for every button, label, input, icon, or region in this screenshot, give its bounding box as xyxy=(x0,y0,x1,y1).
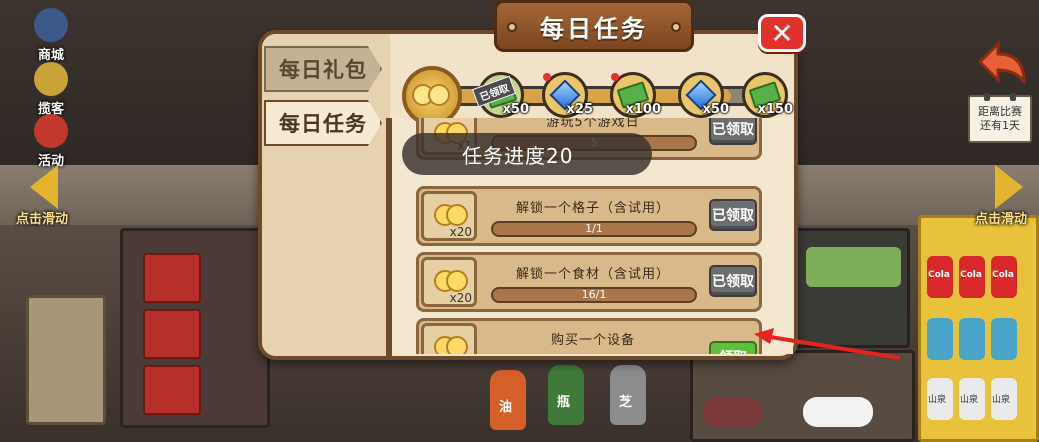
claimed-button[interactable]: 已领取 xyxy=(709,265,757,297)
water-label: 山泉 xyxy=(960,395,979,405)
claimed-button[interactable]: 已领取 xyxy=(709,199,757,231)
drinks-fridge[interactable]: Cola Cola Cola 山泉 山泉 山泉 xyxy=(918,215,1039,442)
task-title: 购买一个设备 xyxy=(550,333,635,348)
eggs xyxy=(803,397,873,427)
claimed-button[interactable]: 已领取 xyxy=(709,118,757,145)
task-row: 购买一个设备 领取 xyxy=(416,318,762,354)
modal-title-plaque: 每日任务 xyxy=(494,0,694,52)
notification-dot xyxy=(611,73,619,81)
tab-daily-gift[interactable]: 每日礼包 xyxy=(264,46,382,92)
task-title: 解锁一个食材（含试用） xyxy=(515,267,670,282)
events-button[interactable]: 活动 xyxy=(16,114,86,169)
task-title: 游玩5个游戏日 xyxy=(546,118,640,130)
drink-can xyxy=(991,318,1017,360)
tutorial-pointer-arrow-icon xyxy=(754,328,901,360)
task-row: x20 解锁一个格子（含试用） 1/1 已领取 xyxy=(416,186,762,246)
water-label: 山泉 xyxy=(928,395,947,405)
shop-button[interactable]: 商城 xyxy=(16,8,86,63)
task-progress-bar: 16/1 xyxy=(491,287,697,303)
coin-icon xyxy=(446,204,468,226)
coin-icon xyxy=(446,336,468,354)
water-bottle: 山泉 xyxy=(991,378,1017,420)
trash-bin[interactable] xyxy=(26,295,106,425)
coin-stack-icon xyxy=(402,66,462,126)
calendar-ring xyxy=(984,93,990,101)
reward-chest-2[interactable]: x25 xyxy=(542,72,593,118)
bottle-label: 瓶 xyxy=(557,395,571,410)
right-swipe-label: 点击滑动 xyxy=(975,212,1028,227)
countdown-line2: 还有1天 xyxy=(980,119,1020,132)
match-countdown-calendar: 距离比赛 还有1天 xyxy=(968,93,1032,143)
coin xyxy=(428,84,450,106)
reward-qty: x150 xyxy=(757,102,793,117)
customers-button[interactable]: 揽客 xyxy=(16,62,86,117)
meat-tray xyxy=(143,253,201,303)
meat-tray xyxy=(143,309,201,359)
bottle-label: 油 xyxy=(499,400,513,415)
reward-chest-5[interactable]: x150 xyxy=(742,72,793,118)
bottle-label: 芝 xyxy=(619,395,633,410)
can-label: Cola xyxy=(992,270,1014,280)
calendar-ring xyxy=(1010,93,1016,101)
task-reward-icon: x20 xyxy=(421,191,477,241)
oil-bottle[interactable]: 油 xyxy=(490,370,526,430)
reward-qty: x25 xyxy=(566,102,593,117)
mushrooms xyxy=(703,397,763,427)
reward-chest-4[interactable]: x50 xyxy=(678,72,729,118)
close-button[interactable]: ✕ xyxy=(758,14,806,52)
reward-qty: x100 xyxy=(625,102,661,117)
sauce-bottle[interactable]: 瓶 xyxy=(548,365,584,425)
sesame-bottle[interactable]: 芝 xyxy=(610,365,646,425)
task-title: 解锁一个格子（含试用） xyxy=(515,201,670,216)
shop-label: 商城 xyxy=(37,48,64,63)
meat-display-case[interactable] xyxy=(120,228,270,428)
tab-daily-gift-label: 每日礼包 xyxy=(279,58,367,82)
task-reward-icon: x20 xyxy=(421,257,477,307)
can-label: Cola xyxy=(928,270,950,280)
reward-qty: x50 xyxy=(502,102,529,117)
reward-chest-3[interactable]: x100 xyxy=(610,72,661,118)
drink-can xyxy=(959,318,985,360)
task-progress-bar: 1/1 xyxy=(491,221,697,237)
water-bottle: 山泉 xyxy=(927,378,953,420)
left-swipe-label: 点击滑动 xyxy=(16,212,69,227)
reward-qty: x50 xyxy=(702,102,729,117)
cola-can: Cola xyxy=(959,256,985,298)
task-reward-qty: x20 xyxy=(449,225,472,239)
countdown-line1: 距离比赛 xyxy=(978,105,1022,118)
task-row: x20 解锁一个食材（含试用） 16/1 已领取 xyxy=(416,252,762,312)
tab-daily-tasks[interactable]: 每日任务 xyxy=(264,100,382,146)
cola-can: Cola xyxy=(927,256,953,298)
scroll-right-arrow[interactable] xyxy=(995,165,1023,209)
vegetables xyxy=(806,247,901,287)
water-bottle: 山泉 xyxy=(959,378,985,420)
shop-icon xyxy=(34,8,68,42)
water-label: 山泉 xyxy=(992,395,1011,405)
meat-tray xyxy=(143,365,201,415)
tab-daily-tasks-label: 每日任务 xyxy=(279,112,367,136)
cola-can: Cola xyxy=(991,256,1017,298)
coin-icon xyxy=(446,270,468,292)
back-arrow-icon[interactable] xyxy=(976,40,1030,84)
close-icon: ✕ xyxy=(770,16,794,50)
scroll-left-arrow[interactable] xyxy=(30,165,58,209)
drink-can xyxy=(927,318,953,360)
toast-text: 任务进度20 xyxy=(462,143,574,168)
task-reward-qty: x20 xyxy=(449,291,472,305)
notification-dot xyxy=(543,73,551,81)
megaphone-icon xyxy=(34,62,68,96)
task-progress-toast: 任务进度20 xyxy=(402,133,652,175)
gift-icon xyxy=(34,114,68,148)
plaque-nail xyxy=(507,22,517,32)
plaque-nail xyxy=(671,22,681,32)
task-reward-icon xyxy=(421,323,477,354)
can-label: Cola xyxy=(960,270,982,280)
claim-button[interactable]: 领取 xyxy=(709,341,757,354)
modal-title: 每日任务 xyxy=(540,14,648,43)
